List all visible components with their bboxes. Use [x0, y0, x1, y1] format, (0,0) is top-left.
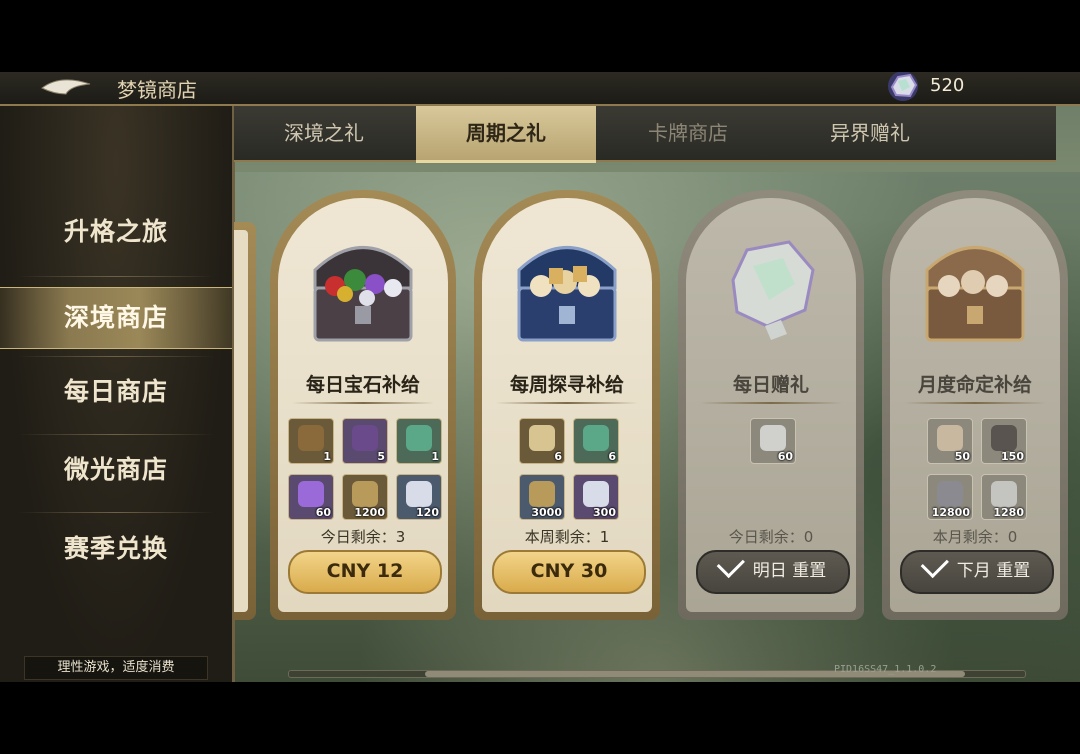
check-icon — [716, 549, 745, 579]
title-divider — [292, 402, 434, 404]
dream-crystal-currency-icon — [888, 72, 918, 101]
reward-items: 50 150 12800 1280 — [900, 418, 1050, 538]
shop-card-monthly-destiny: 月度命定补给 50 150 12800 1280 本月剩余：0 下月 重置 — [882, 190, 1068, 620]
green-crystal-icon[interactable]: 1 — [396, 418, 442, 464]
gem-chest-icon[interactable]: 1 — [288, 418, 334, 464]
gem-chest-icon — [313, 246, 413, 342]
sidebar-divider — [18, 434, 214, 435]
blue-chest-icon — [517, 246, 617, 342]
shop-card-daily-gift: 每日赠礼 60 今日剩余：0 明日 重置 — [678, 190, 864, 620]
sidebar-item-ascension-journey[interactable]: 升格之旅 — [0, 202, 232, 262]
rainbow-stone-icon[interactable]: 120 — [396, 474, 442, 520]
gem-chest-icon[interactable]: 150 — [981, 418, 1027, 464]
remaining-count: 今日剩余：0 — [728, 528, 814, 546]
buy-button-cny30[interactable]: CNY 30 — [492, 550, 646, 594]
check-icon — [920, 549, 949, 579]
shop-card-weekly-explore: 每周探寻补给 6 6 3000 300 本周剩余：1 CNY 30 — [474, 190, 660, 620]
game-screen: 梦镜商店 520 升格之旅 深境商店 每日商店 微光商店 赛季兑换 理性游戏，适… — [0, 72, 1080, 682]
card-title: 每日赠礼 — [732, 374, 809, 396]
partial-card — [234, 222, 256, 620]
scroll-icon[interactable]: 1200 — [342, 474, 388, 520]
title-divider — [700, 402, 842, 404]
sidebar-item-season-exchange[interactable]: 赛季兑换 — [0, 519, 232, 579]
sidebar-divider — [18, 356, 214, 357]
rainbow-stone-icon[interactable]: 1280 — [981, 474, 1027, 520]
reward-items: 1 5 1 60 1200 120 — [288, 418, 442, 538]
reward-items: 6 6 3000 300 — [492, 418, 642, 538]
gold-star-stone-icon[interactable]: 6 — [519, 418, 565, 464]
title-divider — [904, 402, 1046, 404]
tab-otherworld-gifts[interactable]: 异界赠礼 — [780, 106, 960, 160]
sidebar: 升格之旅 深境商店 每日商店 微光商店 赛季兑换 理性游戏，适度消费 — [0, 106, 235, 682]
remaining-count: 今日剩余：3 — [320, 528, 406, 546]
card-title: 月度命定补给 — [917, 374, 1032, 396]
remaining-count: 本月剩余：0 — [932, 528, 1018, 546]
tab-card-shop[interactable]: 卡牌商店 — [598, 106, 778, 160]
tab-depth-gifts[interactable]: 深境之礼 — [234, 106, 414, 160]
currency-value: 520 — [930, 75, 965, 96]
sidebar-divider — [18, 276, 214, 277]
reset-next-month-button: 下月 重置 — [900, 549, 1054, 594]
rainbow-stone-icon — [731, 240, 815, 340]
title-divider — [496, 402, 638, 404]
purple-chest-icon[interactable]: 5 — [342, 418, 388, 464]
health-notice: 理性游戏，适度消费 — [24, 656, 208, 680]
sidebar-item-depth-shop[interactable]: 深境商店 — [0, 287, 232, 349]
card-title: 每日宝石补给 — [305, 374, 420, 396]
tab-periodic-gifts[interactable]: 周期之礼 — [416, 106, 596, 163]
back-arrow-icon[interactable] — [40, 76, 92, 96]
store-title: 梦镜商店 — [117, 78, 197, 102]
shop-card-daily-gem: 每日宝石补给 1 5 1 60 1200 120 今日剩余：3 CNY 12 — [270, 190, 456, 620]
remaining-count: 本周剩余：1 — [524, 528, 610, 546]
rainbow-stone-icon[interactable]: 300 — [573, 474, 619, 520]
sidebar-divider — [18, 512, 214, 513]
card-title: 每周探寻补给 — [509, 374, 624, 396]
build-version: PID16SS47_1.1.0.2 — [834, 664, 937, 675]
sidebar-item-glimmer-shop[interactable]: 微光商店 — [0, 440, 232, 500]
scroll-icon[interactable]: 3000 — [519, 474, 565, 520]
gold-chest-icon — [925, 246, 1025, 342]
purple-shard-icon[interactable]: 60 — [288, 474, 334, 520]
gold-star-stone-icon[interactable]: 50 — [927, 418, 973, 464]
top-bar: 梦镜商店 520 — [0, 72, 1080, 106]
buy-button-cny12[interactable]: CNY 12 — [288, 550, 442, 594]
green-crystal-icon[interactable]: 6 — [573, 418, 619, 464]
reset-tomorrow-button: 明日 重置 — [696, 549, 850, 594]
sidebar-item-daily-shop[interactable]: 每日商店 — [0, 362, 232, 422]
scroll-icon[interactable]: 12800 — [927, 474, 973, 520]
rainbow-stone-icon[interactable]: 60 — [750, 418, 796, 464]
tab-bar: 深境之礼 周期之礼 卡牌商店 异界赠礼 — [234, 106, 1056, 163]
reward-items: 60 — [696, 418, 846, 538]
